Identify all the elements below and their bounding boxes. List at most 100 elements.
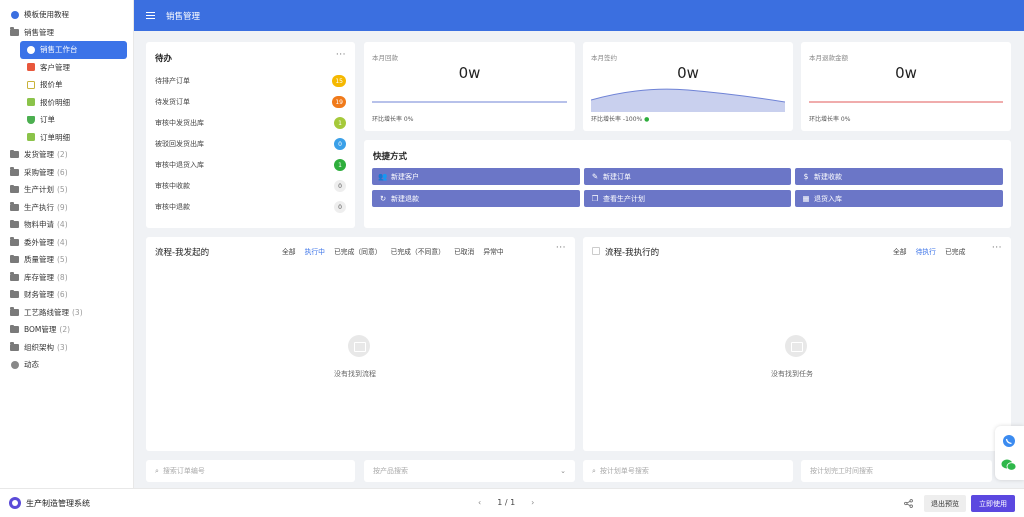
stat-card-refund: 本月退款金额 0w 环比增长率 0% <box>801 42 1011 131</box>
todo-row-pending-shipment[interactable]: 待发货订单 19 <box>155 92 346 113</box>
tab-in-progress[interactable]: 执行中 <box>305 246 325 256</box>
tab-exception[interactable]: 异常中 <box>483 246 503 256</box>
todo-count-badge: 0 <box>334 201 346 214</box>
todo-count-badge: 1 <box>334 117 346 130</box>
process-initiated-tabs: 全部 执行中 已完成（同意） 已完成（不同意） 已取消 异常中 <box>273 246 504 256</box>
search-completion-time-input[interactable]: 按计划完工时间搜索 <box>801 460 992 482</box>
guide-icon <box>10 10 19 19</box>
todo-more-icon[interactable]: ··· <box>336 50 346 60</box>
sidebar-item-purchase[interactable]: 采购管理 (6) <box>0 164 133 182</box>
folder-icon <box>10 237 19 246</box>
page-indicator: 1 / 1 <box>497 498 516 507</box>
customer-icon <box>26 63 35 72</box>
tab-pending[interactable]: 待执行 <box>916 246 936 256</box>
sidebar-item-sales[interactable]: 销售管理 <box>0 24 133 42</box>
sidebar-item-production-plan[interactable]: 生产计划 (5) <box>0 181 133 199</box>
sidebar-item-routing[interactable]: 工艺路线管理 (3) <box>0 304 133 322</box>
refund-icon: ↻ <box>379 194 387 203</box>
app-logo-icon <box>9 497 21 509</box>
folder-icon <box>10 254 19 264</box>
warehouse-icon: ▦ <box>802 194 810 203</box>
tab-all[interactable]: 全部 <box>282 246 296 256</box>
sidebar-item-quote-detail[interactable]: 报价明细 <box>0 94 133 112</box>
sidebar-item-customers[interactable]: 客户管理 <box>0 59 133 77</box>
process-executed-title: 流程-我执行的 <box>605 248 660 258</box>
folder-icon <box>10 202 19 211</box>
process-initiated-card: 流程-我发起的 全部 执行中 已完成（同意） 已完成（不同意） 已取消 异常中 … <box>146 237 575 451</box>
sidebar-item-shipping[interactable]: 发货管理 (2) <box>0 146 133 164</box>
todo-row-rejected-shipping-out[interactable]: 被驳回发货出库 0 <box>155 134 346 155</box>
todo-row-review-receipt[interactable]: 审核中收款 0 <box>155 176 346 197</box>
prev-page-button[interactable]: ‹ <box>478 498 481 507</box>
process-executed-more-icon[interactable]: ··· <box>992 243 1002 253</box>
exit-preview-button[interactable]: 退出预览 <box>924 495 966 512</box>
process-executed-card: 流程-我执行的 全部 待执行 已完成 ··· 没有找到任务 <box>583 237 1011 451</box>
activity-icon <box>10 360 19 369</box>
sidebar-item-outsource[interactable]: 委外管理 (4) <box>0 234 133 252</box>
search-plan-input[interactable]: ⌕ 按计划单号搜索 <box>583 460 793 482</box>
wechat-icon[interactable] <box>1001 458 1017 472</box>
down-trend-dot: ● <box>644 116 650 123</box>
tab-all[interactable]: 全部 <box>893 246 907 256</box>
sidebar-item-quote[interactable]: 报价单 <box>0 76 133 94</box>
new-refund-button[interactable]: ↻ 新建退款 <box>372 190 580 207</box>
next-page-button[interactable]: › <box>531 498 534 507</box>
folder-icon <box>10 27 19 36</box>
stat-card-payment: 本月回款 0w 环比增长率 0% <box>364 42 575 131</box>
search-icon: ⌕ <box>155 466 159 475</box>
copy-icon: ❐ <box>591 194 599 203</box>
use-now-button[interactable]: 立即使用 <box>971 495 1015 512</box>
folder-icon <box>10 289 19 299</box>
folder-icon <box>10 324 19 334</box>
todo-row-pending-production[interactable]: 待排产订单 15 <box>155 71 346 92</box>
tab-done[interactable]: 已完成 <box>945 246 965 256</box>
trend-area <box>591 88 785 112</box>
return-in-button[interactable]: ▦ 退货入库 <box>795 190 1003 207</box>
sidebar-item-sales-dashboard[interactable]: 销售工作台 <box>20 41 127 59</box>
brand: 生产制造管理系统 <box>9 497 90 509</box>
sidebar-item-material[interactable]: 物料申请 (4) <box>0 216 133 234</box>
product-filter-select[interactable]: 按产品搜索 ⌄ <box>364 460 575 482</box>
tab-done-approved[interactable]: 已完成（同意） <box>334 246 382 256</box>
order-detail-icon <box>26 133 35 142</box>
sidebar-item-order-detail[interactable]: 订单明细 <box>0 129 133 147</box>
todo-count-badge: 0 <box>334 180 346 193</box>
trend-line <box>809 101 1003 103</box>
sidebar-item-quality[interactable]: 质量管理 (5) <box>0 251 133 269</box>
sidebar-item-activity[interactable]: 动态 <box>0 356 133 374</box>
sidebar-item-finance[interactable]: 财务管理 (6) <box>0 286 133 304</box>
contact-float-panel <box>995 426 1024 480</box>
new-receipt-button[interactable]: $ 新建收款 <box>795 168 1003 185</box>
sidebar-item-tutorial[interactable]: 模板使用教程 <box>0 6 133 24</box>
stat-value: 0w <box>458 64 481 82</box>
select-checkbox[interactable] <box>592 247 600 255</box>
edit-icon: ✎ <box>591 172 599 181</box>
sidebar-item-production-exec[interactable]: 生产执行 (9) <box>0 199 133 217</box>
sidebar-item-org[interactable]: 组织架构 (3) <box>0 339 133 357</box>
view-production-plan-button[interactable]: ❐ 查看生产计划 <box>584 190 791 207</box>
todo-count-badge: 0 <box>334 138 346 151</box>
sidebar-item-order[interactable]: 订单 <box>0 111 133 129</box>
bottom-bar: 生产制造管理系统 ‹ 1 / 1 › 退出预览 立即使用 <box>0 488 1024 517</box>
folder-icon <box>10 307 19 316</box>
new-order-button[interactable]: ✎ 新建订单 <box>584 168 791 185</box>
quote-detail-icon <box>26 98 35 107</box>
empty-text: 没有找到流程 <box>334 370 376 378</box>
todo-row-review-shipping-out[interactable]: 审核中发货出库 1 <box>155 113 346 134</box>
share-icon[interactable] <box>904 499 913 508</box>
sidebar-item-bom[interactable]: BOM管理 (2) <box>0 321 133 339</box>
new-customer-button[interactable]: 👥 新建客户 <box>372 168 580 185</box>
todo-row-review-return-in[interactable]: 审核中退货入库 1 <box>155 155 346 176</box>
phone-icon[interactable] <box>1002 434 1016 448</box>
process-initiated-more-icon[interactable]: ··· <box>556 243 566 253</box>
todo-row-review-refund[interactable]: 审核中退款 0 <box>155 197 346 218</box>
menu-icon[interactable] <box>146 12 155 19</box>
dashboard-icon <box>26 45 35 54</box>
sidebar-item-inventory[interactable]: 库存管理 (8) <box>0 269 133 287</box>
tab-done-rejected[interactable]: 已完成（不同意） <box>391 246 445 256</box>
trend-line <box>372 101 567 103</box>
search-order-input[interactable]: ⌕ 搜索订单编号 <box>146 460 355 482</box>
quote-icon <box>26 80 35 89</box>
tab-cancelled[interactable]: 已取消 <box>454 246 474 256</box>
todo-card: 待办 ··· 待排产订单 15 待发货订单 19 审核中发货出库 1 被驳回发货出库 0… <box>146 42 355 228</box>
